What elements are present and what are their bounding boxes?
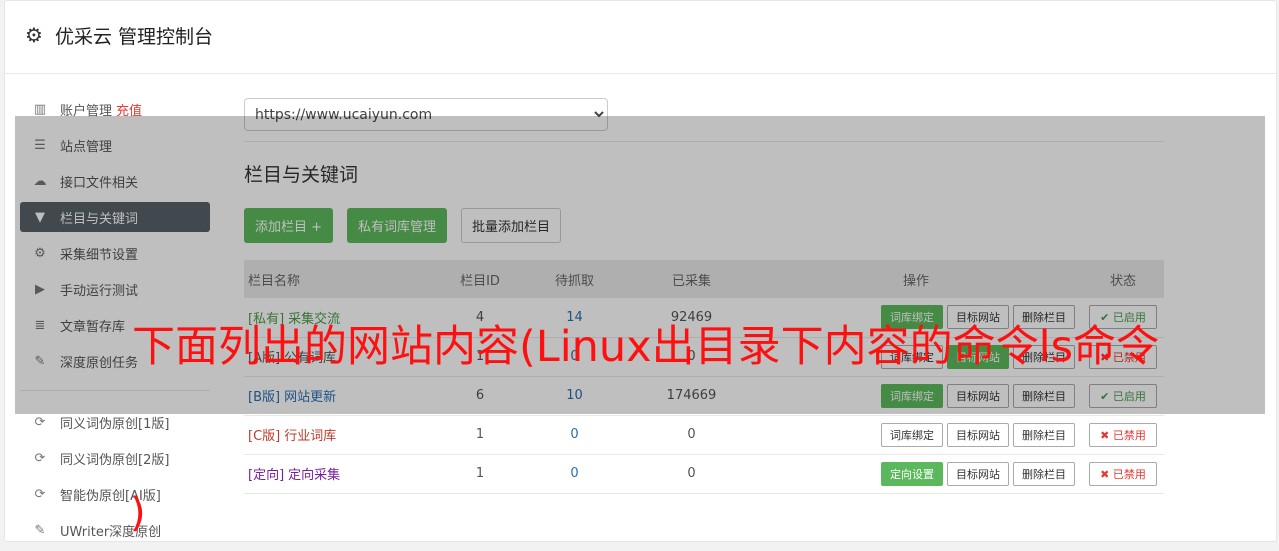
private-lexicon-button[interactable]: 私有词库管理 bbox=[347, 208, 448, 243]
refresh-icon: ⟳ bbox=[34, 486, 46, 502]
delete-column-button[interactable]: 删除栏目 bbox=[1013, 461, 1075, 486]
sidebar-item[interactable]: ⟳ 智能伪原创[AI版] bbox=[20, 479, 210, 509]
sidebar-item-label: 站点管理 bbox=[60, 139, 113, 155]
overlay-paren: ) bbox=[130, 490, 146, 536]
sidebar-divider bbox=[20, 390, 210, 391]
cell-status: ✔ 已启用 bbox=[1082, 376, 1164, 415]
header: ⚙ 优采云 管理控制台 bbox=[5, 1, 1276, 74]
sidebar-item[interactable]: ▥ 账户管理 充值 bbox=[20, 94, 210, 124]
table-row: [定向] 定向采集 1 0 0 定向设置 目标网站 删除栏目 ✖ 已禁用 bbox=[244, 454, 1164, 493]
cell-name: [C版] 行业词库 bbox=[244, 415, 444, 454]
cell-id: 1 bbox=[475, 427, 485, 442]
col-header-actions: 操作 bbox=[902, 273, 929, 289]
col-header-id: 栏目ID bbox=[460, 273, 500, 289]
filter-icon: ▼ bbox=[35, 209, 45, 225]
column-name-link[interactable]: 定向采集 bbox=[288, 468, 340, 483]
cell-name: [定向] 定向采集 bbox=[244, 454, 444, 493]
sidebar-item-label: 手动运行测试 bbox=[60, 283, 139, 299]
sidebar-item-label: 接口文件相关 bbox=[60, 175, 139, 191]
sidebar-item-label: 栏目与关键词 bbox=[60, 211, 139, 227]
column-name-link[interactable]: 网站更新 bbox=[284, 390, 336, 405]
status-toggle[interactable]: ✖ 已禁用 bbox=[1089, 422, 1157, 447]
cell-actions: 词库绑定 目标网站 删除栏目 bbox=[750, 415, 1082, 454]
gear-icon: ⚙ bbox=[25, 23, 43, 47]
column-tag: [C版] bbox=[248, 429, 281, 444]
lexicon-bind-button[interactable]: 词库绑定 bbox=[881, 383, 943, 408]
sidebar-item-label: UWriter深度原创 bbox=[60, 524, 162, 540]
cell-collected: 0 bbox=[687, 466, 696, 481]
bar-chart-icon: ▥ bbox=[33, 101, 47, 117]
sidebar-item[interactable]: ✎ UWriter深度原创 bbox=[20, 515, 210, 545]
sidebar-item-label: 账户管理 bbox=[60, 103, 113, 119]
sidebar-item-label: 同义词伪原创[1版] bbox=[60, 416, 170, 432]
refresh-icon: ⟳ bbox=[34, 450, 46, 466]
overlay-caption: 下面列出的网站内容(Linux出目录下内容的命令ls命令 bbox=[132, 322, 1159, 372]
sidebar-item-label: 采集细节设置 bbox=[60, 247, 139, 263]
edit-icon: ✎ bbox=[34, 522, 46, 538]
table-row: [C版] 行业词库 1 0 0 词库绑定 目标网站 删除栏目 ✖ 已禁用 bbox=[244, 415, 1164, 454]
sidebar-item[interactable]: ⟳ 同义词伪原创[1版] bbox=[20, 407, 210, 437]
edit-icon: ✎ bbox=[34, 353, 46, 369]
sidebar-item[interactable]: ☰ 站点管理 bbox=[20, 130, 210, 160]
cell-id: 6 bbox=[475, 388, 485, 403]
play-circle-icon: ▶ bbox=[35, 281, 45, 297]
cell-id: 1 bbox=[475, 466, 485, 481]
column-tag: [B版] bbox=[248, 390, 281, 405]
lexicon-bind-button[interactable]: 定向设置 bbox=[881, 461, 943, 486]
server-icon: ☰ bbox=[34, 137, 46, 153]
database-icon: ≣ bbox=[34, 317, 46, 333]
cell-pending[interactable]: 0 bbox=[516, 415, 633, 454]
sidebar-item-label: 智能伪原创[AI版] bbox=[60, 488, 161, 504]
add-column-button[interactable]: 添加栏目 + bbox=[244, 208, 334, 243]
target-site-button[interactable]: 目标网站 bbox=[947, 422, 1009, 447]
target-site-button[interactable]: 目标网站 bbox=[947, 461, 1009, 486]
col-header-pending: 待抓取 bbox=[554, 273, 594, 289]
status-toggle[interactable]: ✔ 已启用 bbox=[1089, 383, 1157, 408]
cell-pending[interactable]: 10 bbox=[516, 376, 633, 415]
refresh-icon: ⟳ bbox=[34, 414, 46, 430]
sidebar-item[interactable]: ▶ 手动运行测试 bbox=[20, 274, 210, 304]
delete-column-button[interactable]: 删除栏目 bbox=[1013, 383, 1075, 408]
recharge-link[interactable]: 充值 bbox=[116, 100, 142, 119]
col-header-name: 栏目名称 bbox=[248, 273, 301, 289]
batch-add-column-button[interactable]: 批量添加栏目 bbox=[461, 208, 562, 243]
sidebar-item[interactable]: ▼ 栏目与关键词 bbox=[20, 202, 210, 232]
lexicon-bind-button[interactable]: 词库绑定 bbox=[881, 422, 943, 447]
page-title: 优采云 管理控制台 bbox=[55, 26, 214, 48]
cell-collected: 0 bbox=[687, 427, 696, 442]
site-select[interactable]: https://www.ucaiyun.com bbox=[244, 98, 608, 131]
section-title: 栏目与关键词 bbox=[244, 164, 359, 186]
delete-column-button[interactable]: 删除栏目 bbox=[1013, 422, 1075, 447]
cloud-upload-icon: ☁ bbox=[33, 173, 47, 189]
sidebar-item-label: 深度原创任务 bbox=[60, 355, 139, 371]
cell-status: ✖ 已禁用 bbox=[1082, 454, 1164, 493]
column-name-link[interactable]: 行业词库 bbox=[284, 429, 336, 444]
cell-actions: 词库绑定 目标网站 删除栏目 bbox=[750, 376, 1082, 415]
main-content: https://www.ucaiyun.com 栏目与关键词 添加栏目 + 私有… bbox=[244, 98, 1164, 494]
col-header-status: 状态 bbox=[1109, 273, 1136, 289]
table-header: 栏目名称 栏目ID 待抓取 已采集 操作 状态 bbox=[244, 260, 1164, 298]
col-header-collected: 已采集 bbox=[671, 273, 711, 289]
table-row: [B版] 网站更新 6 10 174669 词库绑定 目标网站 删除栏目 ✔ 已启用 bbox=[244, 376, 1164, 415]
divider bbox=[244, 141, 1164, 142]
sidebar-item[interactable]: ⟳ 同义词伪原创[2版] bbox=[20, 443, 210, 473]
cell-name: [B版] 网站更新 bbox=[244, 376, 444, 415]
cell-collected: 174669 bbox=[666, 388, 717, 403]
cell-status: ✖ 已禁用 bbox=[1082, 415, 1164, 454]
sidebar-item-label: 文章暂存库 bbox=[60, 319, 126, 335]
sidebar-item-label: 同义词伪原创[2版] bbox=[60, 452, 170, 468]
columns-table: 栏目名称 栏目ID 待抓取 已采集 操作 状态 [私有] 采集交流 4 14 92469… bbox=[244, 260, 1164, 494]
target-site-button[interactable]: 目标网站 bbox=[947, 383, 1009, 408]
column-tag: [定向] bbox=[248, 468, 285, 483]
sidebar-item[interactable]: ⚙ 采集细节设置 bbox=[20, 238, 210, 268]
cell-actions: 定向设置 目标网站 删除栏目 bbox=[750, 454, 1082, 493]
cell-pending[interactable]: 0 bbox=[516, 454, 633, 493]
status-toggle[interactable]: ✖ 已禁用 bbox=[1089, 461, 1157, 486]
cogs-icon: ⚙ bbox=[34, 245, 46, 261]
sidebar-item[interactable]: ☁ 接口文件相关 bbox=[20, 166, 210, 196]
